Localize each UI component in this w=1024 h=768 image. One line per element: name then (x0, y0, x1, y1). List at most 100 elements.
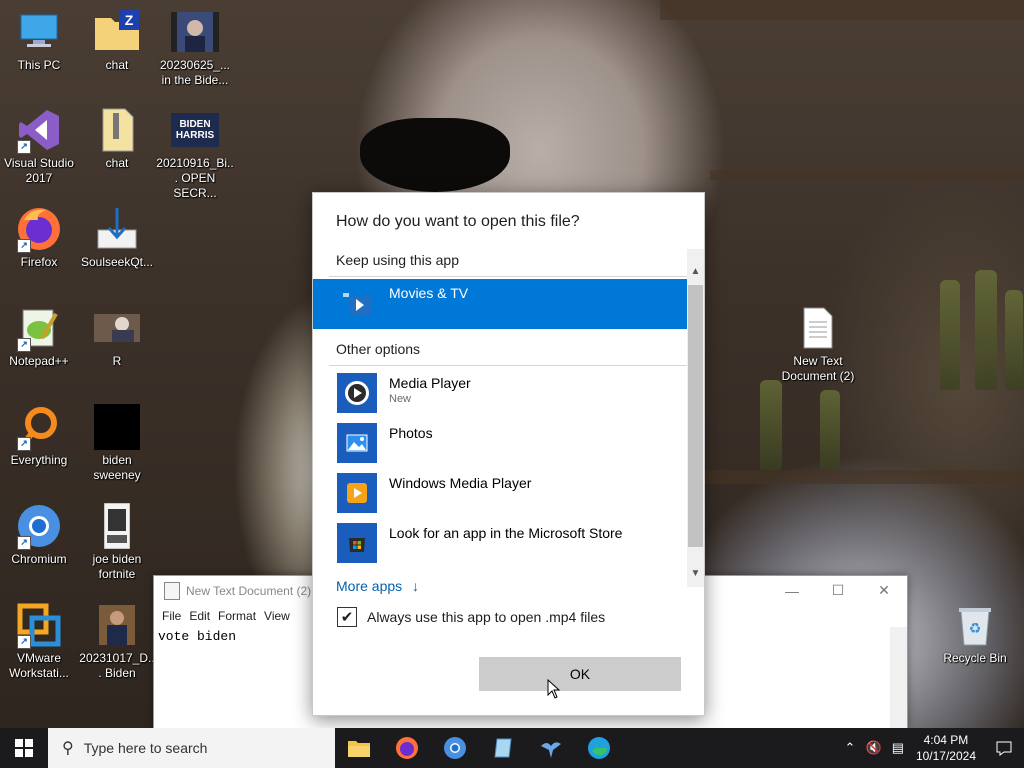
menu-file[interactable]: File (162, 609, 181, 623)
desktop-icon-label: Firefox (20, 255, 58, 269)
desktop-icon-new-text-document[interactable]: New Text Document (2) (779, 304, 857, 384)
desktop-icon-label: VMware Workstati... (9, 651, 69, 680)
desktop-icon-chat-folder[interactable]: Z chat (78, 8, 156, 73)
text-document-icon (794, 304, 842, 352)
menu-edit[interactable]: Edit (189, 609, 210, 623)
vmware-icon: ↗ (15, 601, 63, 649)
desktop-icon-label: biden sweeney (93, 453, 141, 482)
desktop-icon-20231017[interactable]: 20231017_D... Biden (78, 601, 156, 681)
notepad-plus-plus-icon: ↗ (15, 304, 63, 352)
firefox-icon: ↗ (15, 205, 63, 253)
arrow-down-icon: ↓ (412, 578, 420, 594)
ok-button[interactable]: OK (479, 657, 681, 691)
start-button[interactable] (0, 728, 48, 768)
taskbar: ⚲ Type here to search ⌃ 🔇 ▤ 4:04 PM 10/1… (0, 728, 1024, 768)
network-icon[interactable]: ▤ (886, 740, 910, 756)
everything-search-icon: ↗ (15, 403, 63, 451)
desktop-icon-this-pc[interactable]: This PC (0, 8, 78, 73)
taskbar-clock[interactable]: 4:04 PM 10/17/2024 (910, 732, 984, 764)
media-player-icon (337, 373, 377, 413)
image-thumbnail-icon (93, 304, 141, 352)
search-icon: ⚲ (62, 740, 74, 757)
scrollbar-thumb[interactable] (688, 285, 703, 547)
notepad-icon (164, 581, 180, 600)
search-placeholder: Type here to search (83, 740, 208, 756)
dialog-title: How do you want to open this file? (336, 213, 580, 230)
taskbar-app-bird[interactable] (527, 728, 575, 768)
svg-text:♻: ♻ (969, 621, 982, 637)
more-apps-label: More apps (336, 578, 403, 594)
notepad-title: New Text Document (2) - (186, 583, 319, 598)
app-list-scrollbar[interactable]: ▲ ▼ (687, 249, 704, 587)
menu-format[interactable]: Format (218, 609, 256, 623)
app-option-media-player[interactable]: Media Player New (313, 369, 687, 419)
always-use-option[interactable]: ✔ Always use this app to open .mp4 files (337, 607, 605, 627)
desktop-icon-20230625[interactable]: 20230625_... in the Bide... (156, 8, 234, 88)
divider (329, 365, 687, 366)
volume-muted-icon[interactable]: 🔇 (862, 740, 886, 756)
scroll-up-icon[interactable]: ▲ (687, 263, 704, 279)
thumbnail-text: BIDEN (179, 119, 211, 130)
app-option-windows-media-player[interactable]: Windows Media Player (313, 469, 687, 519)
show-hidden-icons-chevron-icon[interactable]: ⌃ (838, 740, 862, 756)
taskbar-chromium[interactable] (431, 728, 479, 768)
chromium-icon (444, 737, 466, 759)
shortcut-arrow-icon: ↗ (17, 140, 31, 154)
desktop-icon-firefox[interactable]: ↗ Firefox (0, 205, 78, 270)
app-option-microsoft-store[interactable]: Look for an app in the Microsoft Store (313, 519, 687, 569)
shortcut-arrow-icon: ↗ (17, 635, 31, 649)
maximize-button[interactable]: ☐ (815, 576, 861, 605)
mouse-cursor-icon (547, 679, 561, 699)
app-option-photos[interactable]: Photos (313, 419, 687, 469)
clock-date: 10/17/2024 (915, 749, 976, 763)
desktop-icon-soulseekqt[interactable]: SoulseekQt... (78, 205, 156, 270)
desktop-icon-label: Everything (10, 453, 68, 467)
always-use-label: Always use this app to open .mp4 files (367, 609, 606, 625)
desktop-icon-notepad-plus-plus[interactable]: ↗ Notepad++ (0, 304, 78, 369)
poster-thumbnail-icon (93, 502, 141, 550)
desktop-icon-label: R (112, 354, 122, 368)
notepad-scrollbar[interactable] (890, 627, 907, 729)
desktop-icon-label: Visual Studio 2017 (4, 156, 74, 185)
taskbar-file-explorer[interactable] (335, 728, 383, 768)
shortcut-arrow-icon: ↗ (17, 338, 31, 352)
shortcut-arrow-icon: ↗ (17, 536, 31, 550)
folder-icon (348, 741, 370, 757)
scroll-down-icon[interactable]: ▼ (687, 565, 704, 581)
desktop-icon-label: SoulseekQt... (80, 255, 154, 269)
desktop-icon-vmware[interactable]: ↗ VMware Workstati... (0, 601, 78, 681)
chromium-icon: ↗ (15, 502, 63, 550)
taskbar-search-box[interactable]: ⚲ Type here to search (48, 728, 335, 768)
app-option-movies-tv[interactable]: Movies & TV (313, 279, 687, 329)
desktop-icon-label: Notepad++ (9, 354, 69, 368)
notification-icon (996, 741, 1012, 756)
menu-view[interactable]: View (264, 609, 290, 623)
desktop-icon-label: 20230625_... in the Bide... (159, 58, 231, 87)
desktop-icon-chat-file[interactable]: chat (78, 106, 156, 171)
desktop-icon-label: joe biden fortnite (92, 552, 142, 581)
notification-center-button[interactable] (984, 740, 1024, 756)
recycle-bin-icon: ♻ (951, 601, 999, 649)
desktop-icon-label: chat (105, 156, 129, 170)
black-image-thumbnail-icon (93, 403, 141, 451)
computer-icon (15, 8, 63, 56)
desktop-icon-biden-sweeney[interactable]: biden sweeney (78, 403, 156, 483)
video-thumbnail-icon (171, 8, 219, 56)
taskbar-firefox[interactable] (383, 728, 431, 768)
desktop-icon-joe-biden-fortnite[interactable]: joe biden fortnite (78, 502, 156, 582)
taskbar-notepad[interactable] (479, 728, 527, 768)
more-apps-link[interactable]: More apps ↓ (336, 578, 419, 594)
minimize-button[interactable]: — (769, 576, 815, 605)
taskbar-edge[interactable] (575, 728, 623, 768)
zip-file-icon (93, 106, 141, 154)
desktop-icon-everything[interactable]: ↗ Everything (0, 403, 78, 468)
app-name: Windows Media Player (389, 475, 532, 491)
always-use-checkbox[interactable]: ✔ (337, 607, 357, 627)
installer-download-icon (93, 205, 141, 253)
desktop-icon-recycle-bin[interactable]: ♻ Recycle Bin (936, 601, 1014, 666)
desktop-icon-chromium[interactable]: ↗ Chromium (0, 502, 78, 567)
desktop-icon-r[interactable]: R (78, 304, 156, 369)
desktop-icon-visual-studio[interactable]: ↗ Visual Studio 2017 (0, 106, 78, 186)
close-button[interactable]: ✕ (861, 576, 907, 605)
desktop-icon-20210916[interactable]: BIDEN HARRIS 20210916_Bi... OPEN SECR... (156, 106, 234, 201)
